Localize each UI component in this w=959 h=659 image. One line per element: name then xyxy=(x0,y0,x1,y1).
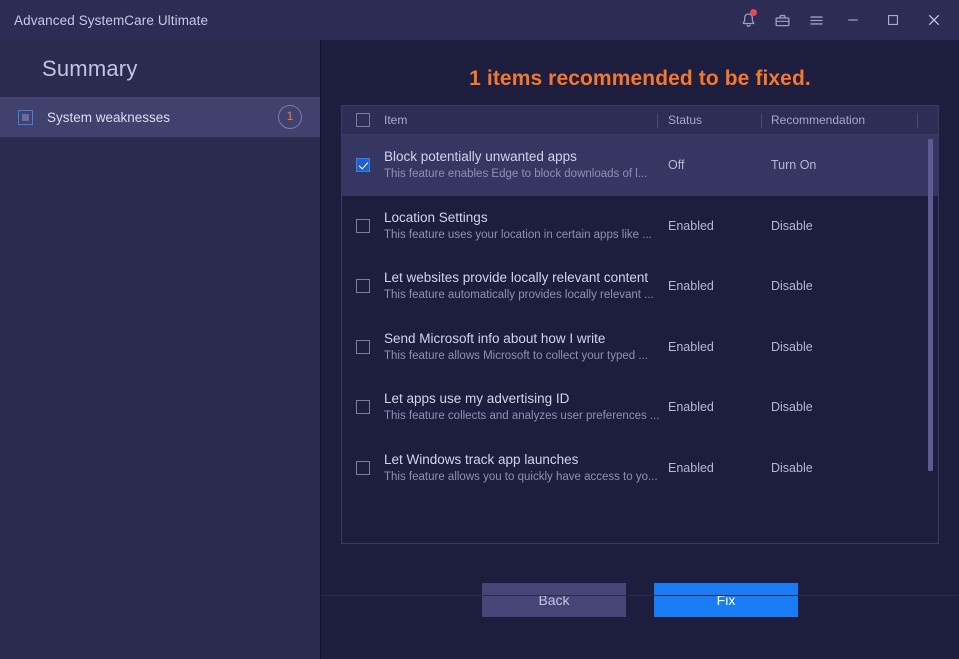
row-status: Enabled xyxy=(668,218,714,233)
row-text-group: Block potentially unwanted apps This fea… xyxy=(384,148,668,182)
column-separator xyxy=(761,113,762,128)
row-description: This feature enables Edge to block downl… xyxy=(384,168,648,181)
row-title: Location Settings xyxy=(384,209,488,225)
hamburger-icon xyxy=(808,12,825,29)
sidebar-header: Summary xyxy=(0,40,320,97)
row-recommendation[interactable]: Disable xyxy=(771,461,813,475)
row-description: This feature allows you to quickly have … xyxy=(384,470,658,483)
column-header-recommendation[interactable]: Recommendation xyxy=(771,113,865,127)
row-status: Enabled xyxy=(668,339,714,354)
row-checkbox[interactable] xyxy=(356,400,370,415)
row-checkbox[interactable] xyxy=(356,460,370,475)
select-all-checkbox[interactable] xyxy=(356,113,370,127)
sidebar-item-count-badge: 1 xyxy=(278,105,302,129)
sidebar-item-label: System weaknesses xyxy=(47,109,171,125)
table-row[interactable]: Let Windows track app launches This feat… xyxy=(342,438,938,499)
toolbox-icon xyxy=(774,12,791,29)
column-header-item[interactable]: Item xyxy=(384,113,407,127)
row-title: Block potentially unwanted apps xyxy=(384,149,577,165)
table-row[interactable]: Send Microsoft info about how I write Th… xyxy=(342,317,938,378)
footer: Back Fix xyxy=(321,544,959,659)
footer-divider xyxy=(321,595,959,596)
select-all-cell[interactable] xyxy=(342,113,384,127)
checkbox-partial-fill xyxy=(22,113,29,121)
row-text-group: Send Microsoft info about how I write Th… xyxy=(384,330,668,364)
row-checkbox-cell[interactable] xyxy=(342,158,384,173)
row-checkbox-cell[interactable] xyxy=(342,460,384,475)
row-title: Send Microsoft info about how I write xyxy=(384,330,606,346)
minimize-button[interactable] xyxy=(833,0,873,40)
back-button[interactable]: Back xyxy=(482,583,626,617)
notification-badge-dot xyxy=(750,9,757,16)
column-separator xyxy=(657,113,658,128)
table-scrollbar-thumb[interactable] xyxy=(928,139,933,471)
row-text-group: Let apps use my advertising ID This feat… xyxy=(384,390,668,424)
row-text-group: Location Settings This feature uses your… xyxy=(384,209,668,243)
column-separator xyxy=(917,113,918,128)
table-row[interactable]: Let apps use my advertising ID This feat… xyxy=(342,377,938,438)
title-bar: Advanced SystemCare Ultimate xyxy=(0,0,959,40)
toolbox-button[interactable] xyxy=(765,0,799,40)
row-checkbox[interactable] xyxy=(356,339,370,354)
table-row[interactable]: Location Settings This feature uses your… xyxy=(342,196,938,257)
notifications-bell-button[interactable] xyxy=(731,0,765,40)
row-text-group: Let Windows track app launches This feat… xyxy=(384,451,668,485)
page-title: 1 items recommended to be fixed. xyxy=(469,67,811,90)
row-status: Enabled xyxy=(668,400,714,415)
footer-button-row: Back Fix xyxy=(321,583,959,617)
row-checkbox-cell[interactable] xyxy=(342,400,384,415)
row-status: Off xyxy=(668,158,685,173)
table-scrollbar-track[interactable] xyxy=(926,135,936,543)
fix-button[interactable]: Fix xyxy=(654,583,798,617)
row-recommendation[interactable]: Disable xyxy=(771,279,813,293)
main-panel: 1 items recommended to be fixed. Item St… xyxy=(321,40,959,659)
row-checkbox[interactable] xyxy=(356,158,370,173)
application-window: Advanced SystemCare Ultimate Summary Sys… xyxy=(0,0,959,659)
row-checkbox[interactable] xyxy=(356,279,370,294)
row-checkbox-cell[interactable] xyxy=(342,279,384,294)
main-menu-button[interactable] xyxy=(799,0,833,40)
sidebar-title: Summary xyxy=(42,55,138,81)
table-row[interactable]: Block potentially unwanted apps This fea… xyxy=(342,135,938,196)
close-button[interactable] xyxy=(913,0,955,40)
close-icon xyxy=(925,11,943,29)
table-header-row: Item Status Recommendation xyxy=(342,106,938,135)
row-title: Let apps use my advertising ID xyxy=(384,391,570,407)
row-description: This feature collects and analyzes user … xyxy=(384,410,660,423)
row-recommendation[interactable]: Turn On xyxy=(771,158,816,172)
row-text-group: Let websites provide locally relevant co… xyxy=(384,269,668,303)
row-title: Let Windows track app launches xyxy=(384,451,579,467)
window-title: Advanced SystemCare Ultimate xyxy=(14,12,209,28)
row-recommendation[interactable]: Disable xyxy=(771,400,813,414)
table-row[interactable]: Let websites provide locally relevant co… xyxy=(342,256,938,317)
row-description: This feature uses your location in certa… xyxy=(384,228,652,241)
row-recommendation[interactable]: Disable xyxy=(771,219,813,233)
maximize-icon xyxy=(885,12,901,28)
table-body: Block potentially unwanted apps This fea… xyxy=(342,135,938,543)
sidebar-item-checkbox[interactable] xyxy=(18,109,33,125)
sidebar: Summary System weaknesses 1 xyxy=(0,40,320,659)
row-title: Let websites provide locally relevant co… xyxy=(384,270,649,286)
weakness-table: Item Status Recommendation Block potenti… xyxy=(341,105,939,544)
column-header-status[interactable]: Status xyxy=(668,113,702,127)
maximize-button[interactable] xyxy=(873,0,913,40)
row-checkbox-cell[interactable] xyxy=(342,339,384,354)
sidebar-item-system-weaknesses[interactable]: System weaknesses 1 xyxy=(0,97,320,137)
minimize-icon xyxy=(845,12,861,28)
row-description: This feature automatically provides loca… xyxy=(384,289,654,302)
row-recommendation[interactable]: Disable xyxy=(771,340,813,354)
row-status: Enabled xyxy=(668,460,714,475)
row-checkbox[interactable] xyxy=(356,218,370,233)
row-description: This feature allows Microsoft to collect… xyxy=(384,349,648,362)
row-checkbox-cell[interactable] xyxy=(342,218,384,233)
row-status: Enabled xyxy=(668,279,714,294)
